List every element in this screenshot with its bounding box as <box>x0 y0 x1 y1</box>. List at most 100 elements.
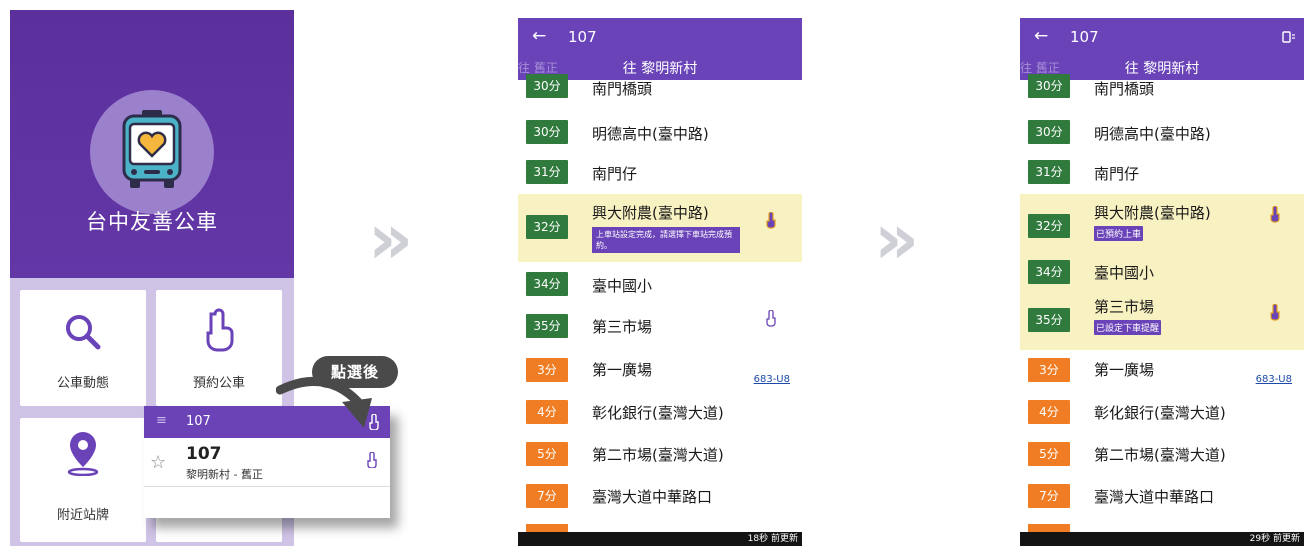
stop-name: 南門仔 <box>592 165 638 183</box>
stop-name: 臺灣大道中華路口 <box>592 488 713 506</box>
bus-heart-icon <box>122 110 182 188</box>
list-item[interactable]: 30分 明德高中(臺中路) <box>1020 114 1304 150</box>
eta-badge: 32分 <box>526 215 568 239</box>
tap-finger-icon[interactable] <box>764 212 778 230</box>
tap-finger-icon[interactable] <box>366 452 378 468</box>
eta-badge: 3分 <box>1028 358 1070 382</box>
popup-route-desc: 黎明新村 - 舊正 <box>186 468 263 481</box>
next-step-chevron-icon: » <box>874 198 920 280</box>
back-arrow-icon[interactable]: ← <box>532 26 546 46</box>
stop-name: 第三市場 <box>1094 298 1155 316</box>
stop-name: 彰化銀行(臺灣大道) <box>1094 404 1226 422</box>
stop-name: 第二市場(臺灣大道) <box>1094 446 1226 464</box>
search-icon <box>66 315 101 350</box>
bus-status-label: 公車動態 <box>56 376 109 391</box>
app-logo <box>90 90 214 214</box>
route-number: 107 <box>1070 28 1099 46</box>
list-item[interactable]: 31分 南門仔 <box>1020 156 1304 192</box>
stop-name: 興大附農(臺中路) <box>1094 204 1211 222</box>
stop-name: 臺中國小 <box>592 277 653 295</box>
menu-icon[interactable]: ≡ <box>156 413 167 428</box>
eta-badge: 5分 <box>1028 442 1070 466</box>
list-item[interactable]: 5分 第二市場(臺灣大道) <box>1020 440 1304 476</box>
stop-name: 第二市場(臺灣大道) <box>592 446 724 464</box>
eta-badge: 4分 <box>526 400 568 424</box>
eta-badge: 31分 <box>526 160 568 184</box>
tap-finger-icon <box>206 308 234 352</box>
eta-badge: 30分 <box>1028 120 1070 144</box>
list-item[interactable]: 3分 第一廣場 683-U8 <box>1020 354 1304 394</box>
eta-badge: 4分 <box>1028 400 1070 424</box>
list-item[interactable]: 4分 彰化銀行(臺灣大道) <box>518 398 802 434</box>
stop-name: 臺灣大道中華路口 <box>1094 488 1215 506</box>
tap-callout: 點選後 <box>312 356 398 388</box>
list-item[interactable]: 4分 彰化銀行(臺灣大道) <box>1020 398 1304 434</box>
list-item[interactable]: 7分 臺灣大道中華路口 <box>518 484 802 520</box>
stop-name: 南門仔 <box>1094 165 1140 183</box>
boarding-set-message: 上車站設定完成，請選擇下車站完成預約。 <box>592 227 740 253</box>
update-status-bar: 29秒 前更新 <box>1020 532 1304 546</box>
eta-badge: 34分 <box>526 272 568 296</box>
star-icon[interactable]: ☆ <box>150 452 166 473</box>
list-item[interactable]: 31分 南門仔 <box>518 156 802 192</box>
eta-badge: 35分 <box>1028 308 1070 332</box>
app-title: 台中友善公車 <box>86 210 218 234</box>
stop-name: 第三市場 <box>592 318 653 336</box>
boarding-reserved-badge: 已預約上車 <box>1094 226 1144 241</box>
list-item-selected[interactable]: 32分 興大附農(臺中路) 上車站設定完成，請選擇下車站完成預約。 <box>518 194 802 262</box>
reserve-bus-tile[interactable]: 預約公車 <box>156 290 282 406</box>
nearby-stops-tile[interactable]: 附近站牌 <box>20 418 146 542</box>
location-pin-icon <box>67 432 99 476</box>
update-status-bar: 18秒 前更新 <box>518 532 802 546</box>
eta-badge: 35分 <box>526 314 568 338</box>
back-arrow-icon[interactable]: ← <box>1034 26 1048 46</box>
nearby-stops-label: 附近站牌 <box>56 508 109 523</box>
stop-name: 彰化銀行(臺灣大道) <box>592 404 724 422</box>
list-item-selected[interactable]: 35分 第三市場 已設定下車提醒 <box>1020 294 1304 350</box>
popup-route-number: 107 <box>186 414 211 429</box>
eta-badge: 3分 <box>526 358 568 382</box>
eta-badge: 5分 <box>526 442 568 466</box>
stop-name: 臺中國小 <box>1094 264 1155 282</box>
list-item[interactable]: 5分 第二市場(臺灣大道) <box>518 440 802 476</box>
route-screen-after: ← 107 往 舊正 往 黎明新村 30分 南門橋頭 30分 明德高中(臺中路)… <box>1020 18 1304 546</box>
stop-name: 第一廣場 <box>592 361 653 379</box>
tap-finger-icon[interactable] <box>1268 206 1282 224</box>
eta-badge: 32分 <box>1028 214 1070 238</box>
reserve-bus-label: 預約公車 <box>192 376 245 391</box>
divider <box>144 486 390 487</box>
top-app-bar: ← 107 <box>1020 18 1304 56</box>
transfer-route-link[interactable]: 683-U8 <box>754 374 790 385</box>
eta-badge: 30分 <box>526 74 568 98</box>
tap-finger-icon[interactable] <box>764 310 778 328</box>
stop-name: 南門橋頭 <box>592 80 653 98</box>
list-item[interactable]: 30分 南門橋頭 <box>518 74 802 100</box>
transfer-route-link[interactable]: 683-U8 <box>1256 374 1292 385</box>
list-item[interactable]: 35分 第三市場 <box>518 310 802 350</box>
bus-status-tile[interactable]: 公車動態 <box>20 290 146 406</box>
eta-badge: 31分 <box>1028 160 1070 184</box>
stop-name: 南門橋頭 <box>1094 80 1155 98</box>
eta-badge: 7分 <box>1028 484 1070 508</box>
alight-reminder-badge: 已設定下車提醒 <box>1094 320 1162 335</box>
eta-badge: 34分 <box>1028 260 1070 284</box>
list-item[interactable]: 34分 臺中國小 <box>1020 258 1304 294</box>
list-item[interactable]: 30分 南門橋頭 <box>1020 74 1304 100</box>
top-app-bar: ← 107 <box>518 18 802 56</box>
stop-name: 明德高中(臺中路) <box>1094 125 1211 143</box>
bus-list-icon[interactable] <box>1282 30 1296 44</box>
eta-badge: 30分 <box>526 120 568 144</box>
stop-name: 興大附農(臺中路) <box>592 204 709 222</box>
route-screen-before: ← 107 往 舊正 往 黎明新村 30分 南門橋頭 30分 明德高中(臺中路)… <box>518 18 802 546</box>
list-item[interactable]: 30分 明德高中(臺中路) <box>518 114 802 150</box>
eta-badge: 7分 <box>526 484 568 508</box>
next-step-chevron-icon: » <box>368 198 414 280</box>
stop-name: 第一廣場 <box>1094 361 1155 379</box>
route-number: 107 <box>568 28 597 46</box>
list-item[interactable]: 7分 臺灣大道中華路口 <box>1020 484 1304 520</box>
tap-finger-icon[interactable] <box>1268 304 1282 322</box>
list-item[interactable]: 3分 第一廣場 683-U8 <box>518 354 802 394</box>
popup-route-title: 107 <box>186 444 222 464</box>
list-item[interactable]: 34分 臺中國小 <box>518 268 802 304</box>
eta-badge: 30分 <box>1028 74 1070 98</box>
